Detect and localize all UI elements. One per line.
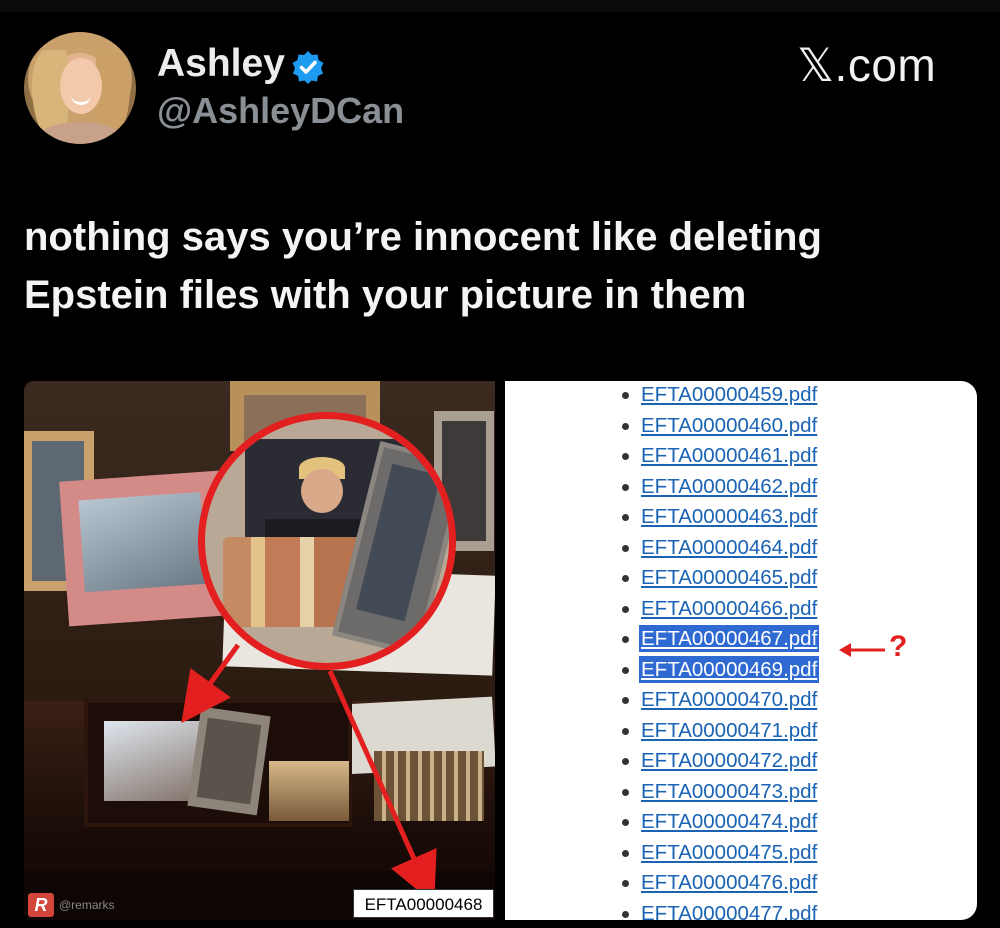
file-link[interactable]: EFTA00000460.pdf	[639, 412, 819, 439]
file-link[interactable]: EFTA00000475.pdf	[639, 839, 819, 866]
bullet-icon	[622, 392, 629, 399]
file-list-item: EFTA00000475.pdf	[505, 838, 977, 869]
file-link[interactable]: EFTA00000476.pdf	[639, 869, 819, 896]
bullet-icon	[622, 575, 629, 582]
file-link[interactable]: EFTA00000459.pdf	[639, 381, 819, 408]
file-list-item: EFTA00000461.pdf	[505, 441, 977, 472]
arrow-to-label	[327, 669, 437, 904]
arrow-left-icon	[839, 643, 885, 657]
file-list-item: EFTA00000462.pdf	[505, 472, 977, 503]
file-list-item: EFTA00000463.pdf	[505, 502, 977, 533]
avatar[interactable]	[24, 32, 136, 144]
red-arrows	[181, 643, 437, 904]
verified-badge-icon	[292, 51, 324, 84]
x-logo-source: 𝕏.com	[797, 39, 937, 91]
bullet-icon	[622, 605, 629, 613]
avatar-face	[60, 58, 102, 114]
file-link[interactable]: EFTA00000467.pdf	[639, 625, 820, 652]
file-link[interactable]: EFTA00000462.pdf	[639, 473, 819, 500]
file-link[interactable]: EFTA00000477.pdf	[639, 900, 819, 921]
photo-label: EFTA00000468	[353, 889, 494, 918]
bullet-icon	[622, 697, 629, 704]
bullet-icon	[622, 544, 629, 552]
file-link[interactable]: EFTA00000463.pdf	[639, 503, 819, 530]
file-link[interactable]: EFTA00000470.pdf	[639, 686, 819, 713]
bullet-icon	[622, 849, 629, 857]
file-link[interactable]: EFTA00000472.pdf	[639, 747, 819, 774]
bullet-icon	[622, 880, 629, 887]
remarks-logo-icon: R	[28, 893, 54, 917]
file-list-item: EFTA00000466.pdf	[505, 594, 977, 625]
bullet-icon	[622, 453, 629, 460]
file-list-item: EFTA00000465.pdf	[505, 563, 977, 594]
tweet-line-1: nothing says you’re innocent like deleti…	[24, 215, 822, 259]
file-list-item: EFTA00000477.pdf	[505, 899, 977, 921]
watermark: R @remarks	[28, 893, 115, 917]
file-list-item: EFTA00000472.pdf	[505, 746, 977, 777]
file-list-item: EFTA00000471.pdf	[505, 716, 977, 747]
bullet-icon	[622, 727, 629, 735]
file-list-item: EFTA00000464.pdf	[505, 533, 977, 564]
file-list-item: EFTA00000459.pdf	[505, 381, 977, 411]
bullet-icon	[622, 910, 629, 918]
file-link[interactable]: EFTA00000473.pdf	[639, 778, 819, 805]
file-link[interactable]: EFTA00000471.pdf	[639, 717, 819, 744]
file-link[interactable]: EFTA00000465.pdf	[639, 564, 819, 591]
bullet-icon	[622, 788, 629, 796]
bullet-icon	[622, 666, 629, 674]
file-link[interactable]: EFTA00000461.pdf	[639, 442, 819, 469]
file-link[interactable]: EFTA00000469.pdf	[639, 655, 820, 683]
author-handle[interactable]: @AshleyDCan	[157, 90, 404, 132]
file-link[interactable]: EFTA00000464.pdf	[639, 534, 819, 561]
file-link[interactable]: EFTA00000466.pdf	[639, 595, 819, 622]
file-link[interactable]: EFTA00000474.pdf	[639, 808, 819, 835]
author-name[interactable]: Ashley	[157, 42, 285, 86]
file-list-item: EFTA00000470.pdf	[505, 685, 977, 716]
arrow-to-tray	[181, 643, 241, 724]
file-list-item: EFTA00000476.pdf	[505, 868, 977, 899]
question-mark-annotation: ?	[889, 630, 908, 663]
file-list-item: EFTA00000473.pdf	[505, 777, 977, 808]
watermark-text: @remarks	[59, 898, 115, 912]
bullet-icon	[622, 758, 629, 765]
file-list-item: EFTA00000474.pdf	[505, 807, 977, 838]
tweet-text: nothing says you’re innocent like deleti…	[24, 208, 964, 324]
bullet-icon	[622, 422, 629, 430]
file-list-item: EFTA00000460.pdf	[505, 411, 977, 442]
top-strip	[0, 0, 1000, 12]
tweet-line-2: Epstein files with your picture in them	[24, 273, 747, 317]
bullet-icon	[622, 514, 629, 521]
bullet-icon	[622, 483, 629, 491]
bullet-icon	[622, 636, 629, 643]
bullet-icon	[622, 819, 629, 826]
